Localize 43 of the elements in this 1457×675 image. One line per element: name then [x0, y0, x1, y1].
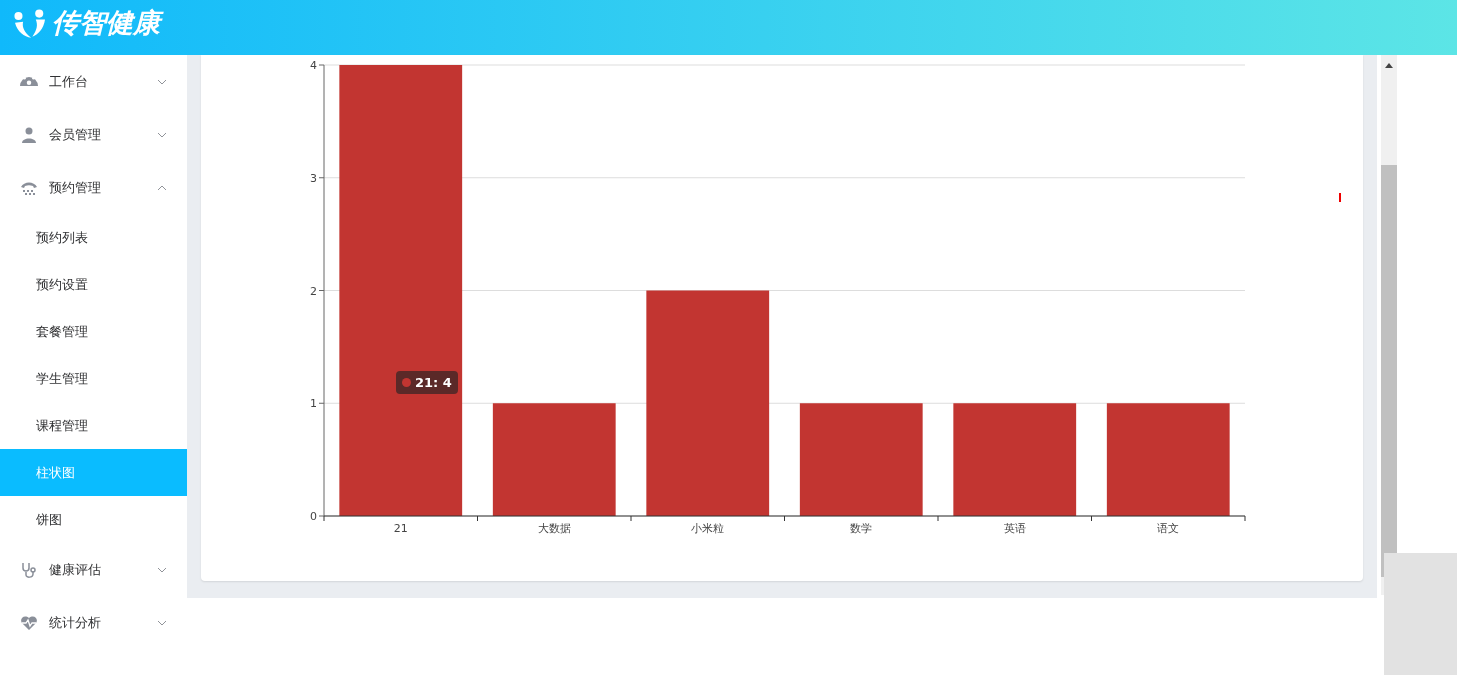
bar[interactable]: [492, 403, 616, 516]
y-tick-label: 1: [310, 397, 317, 411]
x-tick-label: 英语: [1003, 522, 1026, 535]
bar[interactable]: [646, 290, 770, 516]
bar[interactable]: [339, 65, 463, 516]
y-tick-label: 0: [310, 510, 317, 523]
y-tick-label: 3: [310, 171, 317, 185]
chevron-down-icon: [157, 619, 167, 626]
heartbeat-icon: [20, 614, 38, 631]
submenu-item[interactable]: 饼图: [0, 496, 187, 543]
logo-icon: [12, 8, 48, 39]
scrollbar[interactable]: [1381, 55, 1397, 595]
submenu-item[interactable]: 预约设置: [0, 261, 187, 308]
menu-item[interactable]: 健康评估: [0, 543, 187, 596]
menu-item[interactable]: 统计分析: [0, 596, 187, 649]
y-tick-label: 4: [310, 59, 317, 72]
bar[interactable]: [799, 403, 923, 516]
chevron-down-icon: [157, 78, 167, 85]
chevron-down-icon: [157, 131, 167, 138]
x-tick-label: 小米粒: [691, 522, 725, 535]
menu-item[interactable]: 预约管理: [0, 161, 187, 214]
submenu-item[interactable]: 预约列表: [0, 214, 187, 261]
menu-item[interactable]: 会员管理: [0, 108, 187, 161]
x-tick-label: 大数据: [537, 522, 571, 535]
chevron-up-icon: [157, 184, 167, 191]
submenu-item[interactable]: 课程管理: [0, 402, 187, 449]
x-tick-label: 语文: [1157, 522, 1180, 535]
bar[interactable]: [1106, 403, 1230, 516]
person-icon: [20, 126, 38, 143]
y-tick-label: 2: [310, 284, 317, 298]
x-tick-label: 21: [393, 522, 408, 535]
gauge-icon: [20, 75, 38, 88]
scroll-thumb[interactable]: [1381, 165, 1397, 577]
chevron-down-icon: [157, 566, 167, 573]
tooltip-text: 21: 4: [415, 375, 452, 390]
menu-item[interactable]: 工作台: [0, 55, 187, 108]
submenu-item[interactable]: 学生管理: [0, 355, 187, 402]
x-tick-label: 数学: [850, 522, 873, 535]
submenu-item[interactable]: 套餐管理: [0, 308, 187, 355]
cursor-mark: [1339, 193, 1341, 202]
scroll-up-icon[interactable]: [1385, 63, 1393, 68]
stethoscope-icon: [20, 561, 38, 578]
bar[interactable]: [953, 403, 1077, 516]
